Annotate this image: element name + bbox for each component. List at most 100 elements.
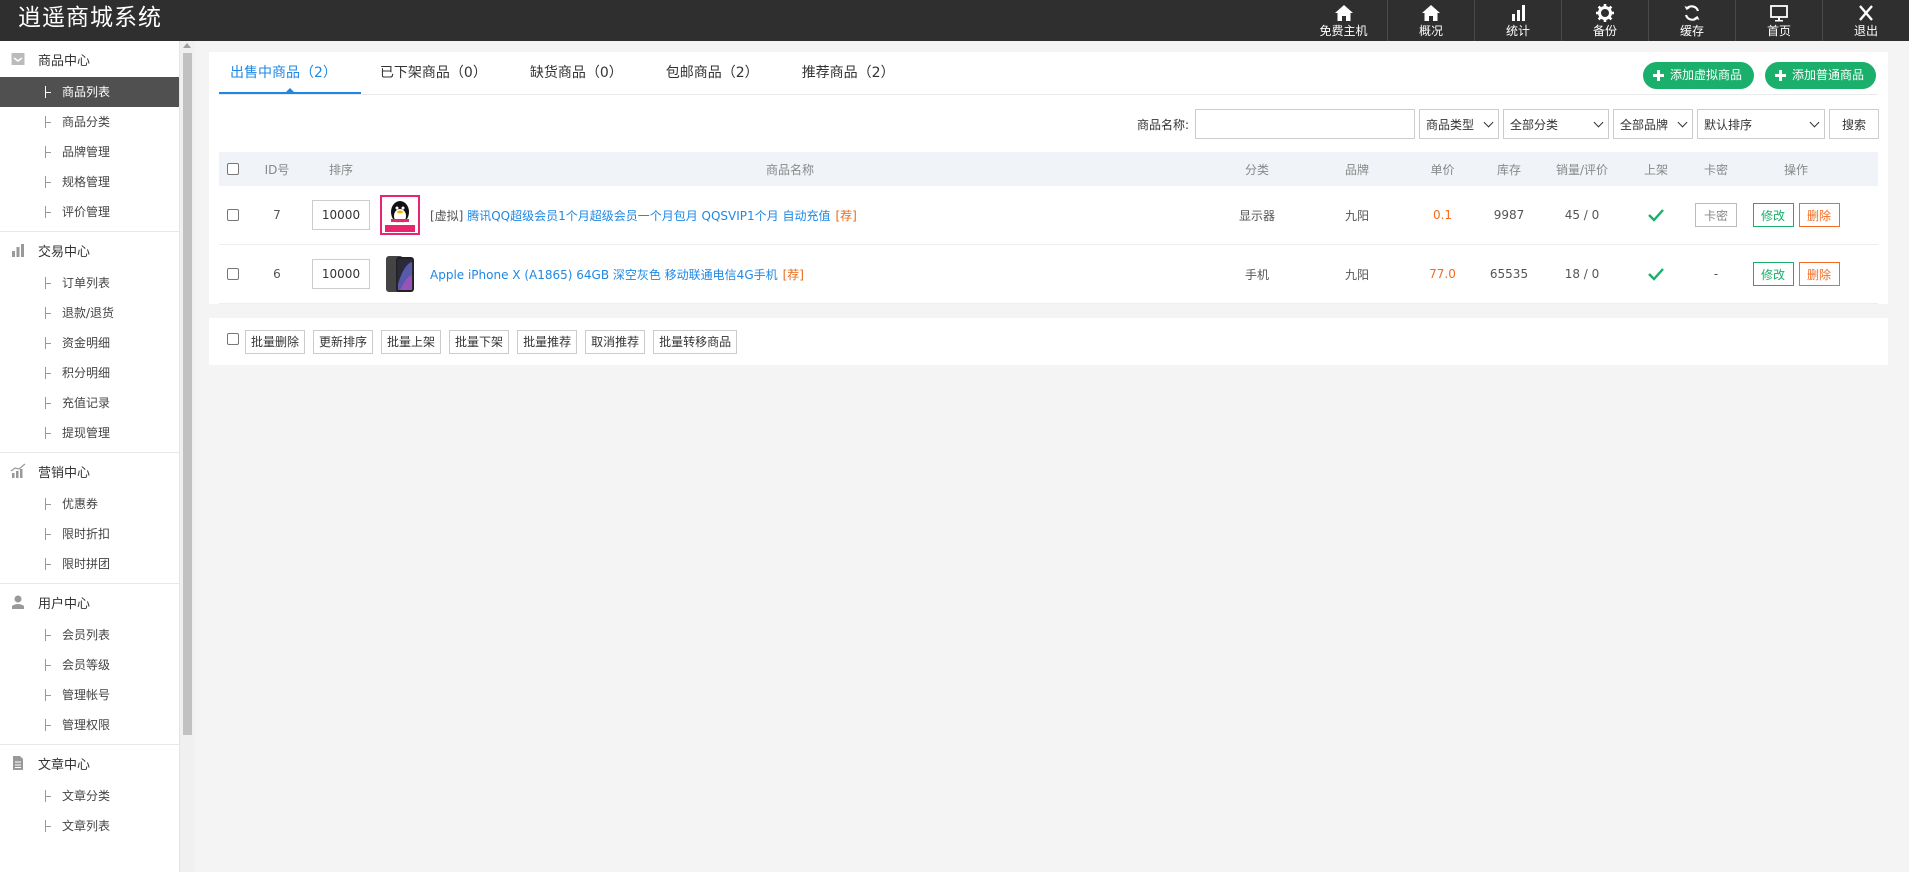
sidebar-item-admins[interactable]: 管理帐号: [0, 680, 179, 710]
topnav-logout[interactable]: 退出: [1822, 0, 1909, 41]
tab-free-shipping[interactable]: 包邮商品（2）: [655, 52, 783, 94]
recommend-tag: [荐]: [835, 208, 857, 223]
sidebar-group-title[interactable]: 文章中心: [0, 745, 179, 781]
sidebar-scrollbar[interactable]: [180, 41, 195, 872]
topnav-homepage[interactable]: 首页: [1735, 0, 1822, 41]
iphone-image: [380, 254, 420, 294]
select-all-checkbox[interactable]: [227, 163, 239, 175]
sidebar-item-permissions[interactable]: 管理权限: [0, 710, 179, 740]
topnav-label: 备份: [1592, 24, 1617, 38]
user-icon: [12, 595, 24, 609]
topnav-backup[interactable]: 备份: [1561, 0, 1648, 41]
batch-delete-button[interactable]: 批量删除: [245, 329, 306, 354]
sidebar-group-title[interactable]: 营销中心: [0, 453, 179, 489]
tab-off-shelf[interactable]: 已下架商品（0）: [369, 52, 511, 94]
goods-name-input[interactable]: [1195, 109, 1415, 139]
tab-recommended[interactable]: 推荐商品（2）: [791, 52, 919, 94]
checkmark-icon[interactable]: [1648, 267, 1664, 281]
header-id: ID号: [264, 162, 290, 177]
delete-button[interactable]: 删除: [1798, 203, 1840, 227]
brand-select[interactable]: 全部品牌: [1613, 109, 1693, 139]
row-checkbox[interactable]: [227, 268, 239, 280]
header-name: 商品名称: [765, 162, 814, 177]
sort-select[interactable]: 默认排序: [1697, 109, 1825, 139]
edit-button[interactable]: 修改: [1752, 262, 1794, 286]
sidebar-item-spec[interactable]: 规格管理: [0, 167, 179, 197]
add-virtual-goods-button[interactable]: 添加虚拟商品: [1643, 62, 1755, 89]
batch-move-goods-button[interactable]: 批量转移商品: [653, 329, 738, 354]
category-select[interactable]: 全部分类: [1503, 109, 1609, 139]
recommend-tag: [荐]: [782, 267, 804, 282]
sidebar-item-article-list[interactable]: 文章列表: [0, 811, 179, 841]
tab-on-sale[interactable]: 出售中商品（2）: [219, 52, 361, 94]
group-label: 交易中心: [38, 244, 91, 260]
chevron-down-icon: [1593, 117, 1604, 127]
batch-off-shelf-button[interactable]: 批量下架: [449, 329, 510, 354]
topnav-label: 概况: [1418, 24, 1443, 38]
card-key-button[interactable]: 卡密: [1695, 203, 1737, 227]
edit-button[interactable]: 修改: [1752, 203, 1794, 227]
sidebar-item-recharge[interactable]: 充值记录: [0, 388, 179, 418]
document-icon: [13, 756, 23, 770]
sidebar: 商品中心 商品列表 商品分类 品牌管理 规格管理 评价管理 交易中心 订单列表 …: [0, 41, 180, 872]
sidebar-item-refund[interactable]: 退款/退货: [0, 298, 179, 328]
select-value: 商品类型: [1426, 117, 1475, 132]
goods-name-link[interactable]: Apple iPhone X (A1865) 64GB 深空灰色 移动联通电信4…: [430, 266, 804, 283]
group-label: 营销中心: [38, 465, 91, 481]
header-brand: 品牌: [1344, 162, 1369, 177]
sidebar-item-discount[interactable]: 限时折扣: [0, 519, 179, 549]
sidebar-group-title[interactable]: 商品中心: [0, 41, 179, 77]
tab-out-of-stock[interactable]: 缺货商品（0）: [519, 52, 647, 94]
search-button[interactable]: 搜索: [1829, 109, 1879, 139]
goods-name-link[interactable]: [虚拟] 腾讯QQ超级会员1个月超级会员一个月包月 QQSVIP1个月 自动充值…: [430, 207, 857, 224]
batch-recommend-button[interactable]: 批量推荐: [517, 329, 578, 354]
sidebar-item-members[interactable]: 会员列表: [0, 620, 179, 650]
batch-actions: 批量删除 更新排序 批量上架 批量下架 批量推荐 取消推荐 批量转移商品: [209, 318, 1888, 365]
sidebar-item-goods-category[interactable]: 商品分类: [0, 107, 179, 137]
batch-on-shelf-button[interactable]: 批量上架: [381, 329, 442, 354]
topnav-label: 缓存: [1679, 24, 1704, 38]
sidebar-group-trade: 交易中心 订单列表 退款/退货 资金明细 积分明细 充值记录 提现管理: [0, 232, 179, 453]
update-sort-button[interactable]: 更新排序: [313, 329, 374, 354]
main-content: 出售中商品（2） 已下架商品（0） 缺货商品（0） 包邮商品（2） 推荐商品（2…: [196, 41, 1909, 872]
sidebar-item-brand[interactable]: 品牌管理: [0, 137, 179, 167]
delete-button[interactable]: 删除: [1798, 262, 1840, 286]
topnav-overview[interactable]: 概况: [1387, 0, 1474, 41]
sidebar-item-article-category[interactable]: 文章分类: [0, 781, 179, 811]
sidebar-item-goods-list[interactable]: 商品列表: [0, 77, 179, 107]
cell-sales: 45 / 0: [1564, 208, 1600, 222]
checkmark-icon[interactable]: [1648, 208, 1664, 222]
goods-type-select[interactable]: 商品类型: [1419, 109, 1499, 139]
sidebar-item-funds[interactable]: 资金明细: [0, 328, 179, 358]
topnav-cache[interactable]: 缓存: [1648, 0, 1735, 41]
cell-price: 77.0: [1429, 267, 1456, 281]
scrollbar-thumb[interactable]: [183, 53, 192, 735]
top-nav: 免费主机 概况 统计 备份 缓存 首页 退出: [1300, 0, 1909, 41]
sidebar-item-groupbuy[interactable]: 限时拼团: [0, 549, 179, 579]
cancel-recommend-button[interactable]: 取消推荐: [585, 329, 646, 354]
sidebar-item-coupons[interactable]: 优惠券: [0, 489, 179, 519]
group-label: 商品中心: [38, 53, 91, 69]
select-value: 全部分类: [1510, 117, 1559, 132]
sidebar-item-withdraw[interactable]: 提现管理: [0, 418, 179, 448]
sidebar-item-levels[interactable]: 会员等级: [0, 650, 179, 680]
sidebar-group-title[interactable]: 交易中心: [0, 232, 179, 268]
chevron-down-icon: [1483, 117, 1494, 127]
topnav-stats[interactable]: 统计: [1474, 0, 1561, 41]
sidebar-item-orders[interactable]: 订单列表: [0, 268, 179, 298]
sidebar-group-marketing: 营销中心 优惠券 限时折扣 限时拼团: [0, 453, 179, 584]
sidebar-group-goods: 商品中心 商品列表 商品分类 品牌管理 规格管理 评价管理: [0, 41, 179, 232]
group-label: 文章中心: [38, 757, 91, 773]
topnav-free-host[interactable]: 免费主机: [1300, 0, 1387, 41]
add-normal-goods-button[interactable]: 添加普通商品: [1765, 62, 1877, 89]
button-label: 添加虚拟商品: [1670, 68, 1743, 82]
sort-input[interactable]: 10000: [312, 200, 370, 230]
sidebar-group-title[interactable]: 用户中心: [0, 584, 179, 620]
batch-select-all-checkbox[interactable]: [227, 332, 239, 345]
button-label: 添加普通商品: [1792, 68, 1865, 82]
sidebar-item-points[interactable]: 积分明细: [0, 358, 179, 388]
sort-input[interactable]: 10000: [312, 259, 370, 289]
sidebar-item-review[interactable]: 评价管理: [0, 197, 179, 227]
row-checkbox[interactable]: [227, 209, 239, 221]
scroll-up-arrow-icon[interactable]: [183, 43, 191, 48]
